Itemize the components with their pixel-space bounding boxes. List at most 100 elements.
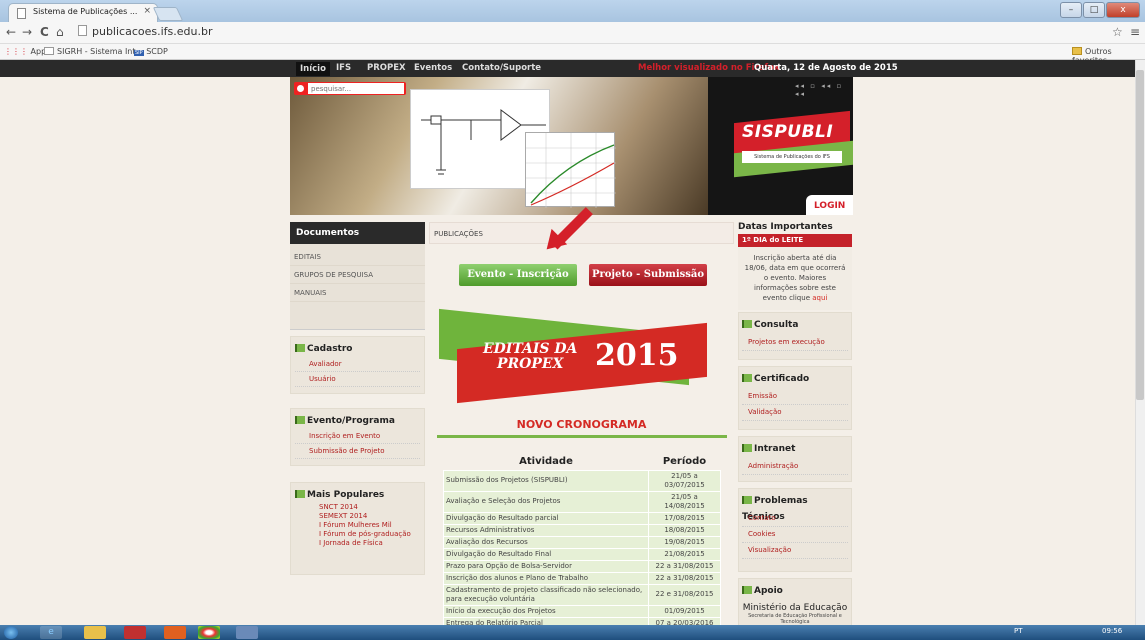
forward-icon[interactable]: → xyxy=(22,25,32,39)
minimize-button[interactable]: – xyxy=(1060,2,1082,18)
populares-item[interactable]: SEMEXT 2014 xyxy=(295,512,420,521)
intranet-section: Intranet Administração xyxy=(738,436,852,482)
populares-item[interactable]: I Fórum de pós-graduação xyxy=(295,530,420,539)
populares-item[interactable]: I Fórum Mulheres Mil xyxy=(295,521,420,530)
cadastro-item-usuario[interactable]: Usuário xyxy=(295,372,420,387)
editais-year: 2015 xyxy=(595,338,679,373)
current-date: Quarta, 12 de Agosto de 2015 xyxy=(754,63,898,73)
search-icon xyxy=(297,85,304,92)
brand-subtitle: Sistema de Publicações do IFS xyxy=(742,151,842,163)
scrollbar-thumb[interactable] xyxy=(1136,70,1144,400)
flag-icon xyxy=(742,444,752,452)
bookmarks-bar: ⋮⋮⋮ Apps SIGRH - Sistema Int... SIP SCDP… xyxy=(0,44,1145,65)
editais-banner[interactable]: EDITAIS DA PROPEX 2015 xyxy=(439,308,707,404)
evento-title: Evento/Programa xyxy=(295,413,420,429)
flag-icon xyxy=(295,490,305,498)
close-window-button[interactable]: x xyxy=(1106,2,1140,18)
table-row: Divulgação do Resultado Final 21/08/2015 xyxy=(443,547,721,561)
browser-navbar: ← → C ⌂ publicacoes.ifs.edu.br ☆ ≡ xyxy=(0,22,1145,44)
evento-item-inscricao[interactable]: Inscrição em Evento xyxy=(295,429,420,444)
col-periodo: Período xyxy=(662,456,707,468)
share-icons[interactable]: ◂◂ ▫ ◂◂ ▫ ◂◂ xyxy=(795,82,853,98)
problemas-title: Problemas Técnicos xyxy=(742,496,808,522)
dia-leite-title: 1º DIA do LEITE xyxy=(738,234,852,247)
certificado-item-validacao[interactable]: Validação xyxy=(742,405,848,421)
apoio-title: Apoio xyxy=(742,583,848,601)
bookmark-sigrh[interactable]: SIGRH - Sistema Int... xyxy=(44,47,143,56)
home-icon[interactable]: ⌂ xyxy=(56,25,64,39)
table-row: Início da execução dos Projetos 01/09/201… xyxy=(443,604,721,618)
start-button[interactable] xyxy=(4,626,18,639)
app-icon[interactable] xyxy=(236,626,258,639)
menu-propex[interactable]: PROPEX xyxy=(367,63,406,73)
cronograma-divider xyxy=(437,435,727,438)
flag-icon xyxy=(742,496,752,504)
problemas-item-cookies[interactable]: Cookies xyxy=(742,527,848,543)
menu-inicio[interactable]: Início xyxy=(296,62,330,76)
populares-item[interactable]: SNCT 2014 xyxy=(295,503,420,512)
login-link[interactable]: LOGIN xyxy=(814,201,845,211)
table-row: Avaliação e Seleção dos Projetos 21/05 a … xyxy=(443,490,721,513)
address-bar[interactable]: publicacoes.ifs.edu.br xyxy=(78,25,213,38)
documents-item-grupos[interactable]: GRUPOS DE PESQUISA xyxy=(290,266,425,284)
header-banner: ◂◂ ▫ ◂◂ ▫ ◂◂ SISPUBLI Sistema de Publica… xyxy=(290,77,853,215)
reload-icon[interactable]: C xyxy=(40,25,49,39)
consulta-section: Consulta Projetos em execução xyxy=(738,312,852,360)
media-icon[interactable] xyxy=(164,626,186,639)
projeto-submissao-button[interactable]: Projeto - Submissão xyxy=(589,264,707,286)
cronograma-table: Atividade Período Submissão dos Projetos… xyxy=(443,454,721,630)
flag-icon xyxy=(295,416,305,424)
new-tab-button[interactable] xyxy=(152,7,184,21)
clock[interactable]: 09:56 xyxy=(1102,627,1122,635)
menu-contato[interactable]: Contato/Suporte xyxy=(462,63,541,73)
chrome-icon[interactable] xyxy=(198,626,220,639)
evento-item-submissao[interactable]: Submissão de Projeto xyxy=(295,444,420,459)
populares-section: Mais Populares SNCT 2014 SEMEXT 2014 I F… xyxy=(290,482,425,575)
cadastro-item-avaliador[interactable]: Avaliador xyxy=(295,357,420,372)
cadastro-section: Cadastro Avaliador Usuário xyxy=(290,336,425,394)
main-content: PUBLICAÇÕES Evento - Inscrição Projeto -… xyxy=(429,207,734,630)
documents-item-editais[interactable]: EDITAIS xyxy=(290,248,425,266)
documents-title: Documentos xyxy=(290,222,425,244)
language-indicator[interactable]: PT xyxy=(1014,627,1023,635)
ie-icon[interactable]: e xyxy=(40,626,62,639)
apps-icon: ⋮⋮⋮ xyxy=(4,47,31,56)
col-atividade: Atividade xyxy=(519,456,573,468)
certificado-item-emissao[interactable]: Emissão xyxy=(742,389,848,405)
documents-list: EDITAIS GRUPOS DE PESQUISA MANUAIS xyxy=(290,244,425,330)
editais-label: EDITAIS DA PROPEX xyxy=(483,341,578,372)
menu-eventos[interactable]: Eventos xyxy=(414,63,452,73)
scdp-icon: SIP xyxy=(134,50,144,56)
bookmark-scdp[interactable]: SIP SCDP xyxy=(134,47,168,56)
evento-inscricao-button[interactable]: Evento - Inscrição xyxy=(459,264,577,286)
search-box xyxy=(294,82,406,95)
folder-icon xyxy=(1072,47,1082,55)
flag-icon xyxy=(742,320,752,328)
acrobat-icon[interactable] xyxy=(124,626,146,639)
page-icon xyxy=(17,8,26,19)
menu-icon[interactable]: ≡ xyxy=(1130,25,1140,39)
documents-item-manuais[interactable]: MANUAIS xyxy=(290,284,425,302)
menu-ifs[interactable]: IFS xyxy=(336,63,351,73)
problemas-item-visualizacao[interactable]: Visualização xyxy=(742,543,848,559)
dia-leite-text: Inscrição aberta até dia 18/06, data em … xyxy=(738,247,852,310)
certificado-title: Certificado xyxy=(742,371,848,389)
flag-icon xyxy=(295,344,305,352)
browser-tab[interactable]: Sistema de Publicações ... × xyxy=(8,3,158,22)
mec-logo-text[interactable]: Ministério da Educação xyxy=(742,603,848,613)
search-input[interactable] xyxy=(308,83,404,94)
url-text: publicacoes.ifs.edu.br xyxy=(92,25,213,38)
tab-close-icon[interactable]: × xyxy=(143,6,151,16)
intranet-item[interactable]: Administração xyxy=(742,459,848,475)
certificado-section: Certificado Emissão Validação xyxy=(738,366,852,430)
explorer-icon[interactable] xyxy=(84,626,106,639)
table-row: Cadastramento de projeto classificado nã… xyxy=(443,583,721,606)
table-row: Divulgação do Resultado parcial 17/08/201… xyxy=(443,511,721,525)
back-icon[interactable]: ← xyxy=(6,25,16,39)
consulta-item[interactable]: Projetos em execução xyxy=(742,335,848,351)
table-row: Prazo para Opção de Bolsa-Servidor 22 a 3… xyxy=(443,559,721,573)
maximize-button[interactable]: □ xyxy=(1083,2,1105,18)
dia-leite-link[interactable]: aqui xyxy=(812,294,827,302)
populares-item[interactable]: I Jornada de Física xyxy=(295,539,420,548)
bookmark-star-icon[interactable]: ☆ xyxy=(1112,25,1123,39)
